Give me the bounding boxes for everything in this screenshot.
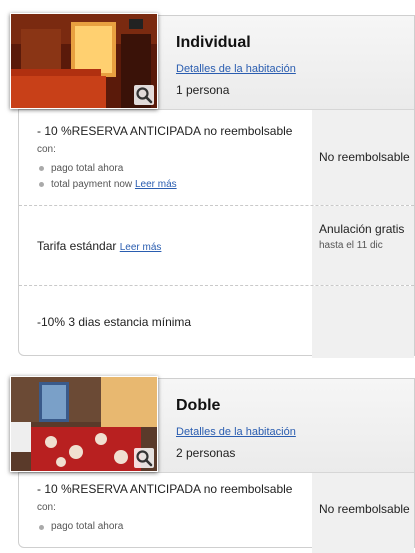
policy-note: hasta el 11 dic bbox=[319, 240, 383, 251]
rate-info: -10% 3 dias estancia mínima bbox=[19, 286, 312, 358]
rate-name: - 10 %RESERVA ANTICIPADA no reembolsable bbox=[37, 123, 293, 138]
room-title: Individual bbox=[176, 34, 251, 51]
room-header: Doble Detalles de la habitación 2 person… bbox=[10, 376, 414, 473]
rate-info: - 10 %RESERVA ANTICIPADA no reembolsable… bbox=[19, 110, 312, 205]
bullet-text: pago total ahora bbox=[51, 162, 124, 174]
room-photo[interactable] bbox=[10, 376, 158, 472]
bullet-text: total payment now bbox=[51, 178, 133, 190]
policy-text: Anulación gratis bbox=[319, 222, 405, 236]
room-title: Doble bbox=[176, 397, 221, 414]
rate-info: - 10 %RESERVA ANTICIPADA no reembolsable… bbox=[19, 473, 312, 553]
room-occupancy: 2 personas bbox=[176, 446, 236, 460]
policy-text: No reembolsable bbox=[319, 502, 410, 516]
rate-row: Tarifa estándar Leer más Anulación grati… bbox=[19, 206, 414, 286]
rate-info: Tarifa estándar Leer más bbox=[19, 206, 312, 285]
list-item: pago total ahora bbox=[39, 161, 312, 177]
cancellation-policy: Anulación gratis hasta el 11 dic bbox=[312, 206, 414, 285]
bullet-icon bbox=[39, 166, 44, 171]
room-details-link[interactable]: Detalles de la habitación bbox=[176, 426, 296, 438]
list-item: pago total ahora bbox=[39, 519, 312, 535]
room-occupancy: 1 persona bbox=[176, 83, 230, 97]
rate-name: - 10 %RESERVA ANTICIPADA no reembolsable bbox=[37, 482, 293, 496]
rate-suffix: con: bbox=[37, 143, 56, 155]
rate-row: - 10 %RESERVA ANTICIPADA no reembolsable… bbox=[19, 473, 414, 553]
cancellation-policy bbox=[312, 286, 414, 358]
bullet-text: pago total ahora bbox=[51, 521, 124, 532]
rate-name: Tarifa estándar bbox=[37, 238, 117, 253]
bullet-icon bbox=[39, 524, 44, 530]
zoom-icon[interactable] bbox=[134, 448, 154, 468]
read-more-link[interactable]: Leer más bbox=[120, 242, 162, 253]
cancellation-policy: No reembolsable bbox=[312, 110, 414, 205]
read-more-link[interactable]: Leer más bbox=[135, 177, 177, 193]
cancellation-policy: No reembolsable bbox=[312, 473, 414, 553]
room-details-link[interactable]: Detalles de la habitación bbox=[176, 63, 296, 75]
rate-name: -10% 3 dias estancia mínima bbox=[37, 315, 192, 329]
bullet-icon bbox=[39, 182, 44, 187]
rate-row: -10% 3 dias estancia mínima bbox=[19, 286, 414, 358]
rate-row: - 10 %RESERVA ANTICIPADA no reembolsable… bbox=[19, 110, 414, 206]
rate-suffix: con: bbox=[37, 502, 56, 513]
zoom-icon[interactable] bbox=[134, 85, 154, 105]
list-item: total payment now Leer más bbox=[39, 177, 312, 193]
policy-text: No reembolsable bbox=[319, 150, 410, 164]
room-card-individual: Individual Detalles de la habitación 1 p… bbox=[10, 13, 415, 358]
room-photo[interactable] bbox=[10, 13, 158, 109]
room-header: Individual Detalles de la habitación 1 p… bbox=[10, 13, 414, 110]
room-card-doble: Doble Detalles de la habitación 2 person… bbox=[10, 376, 415, 553]
